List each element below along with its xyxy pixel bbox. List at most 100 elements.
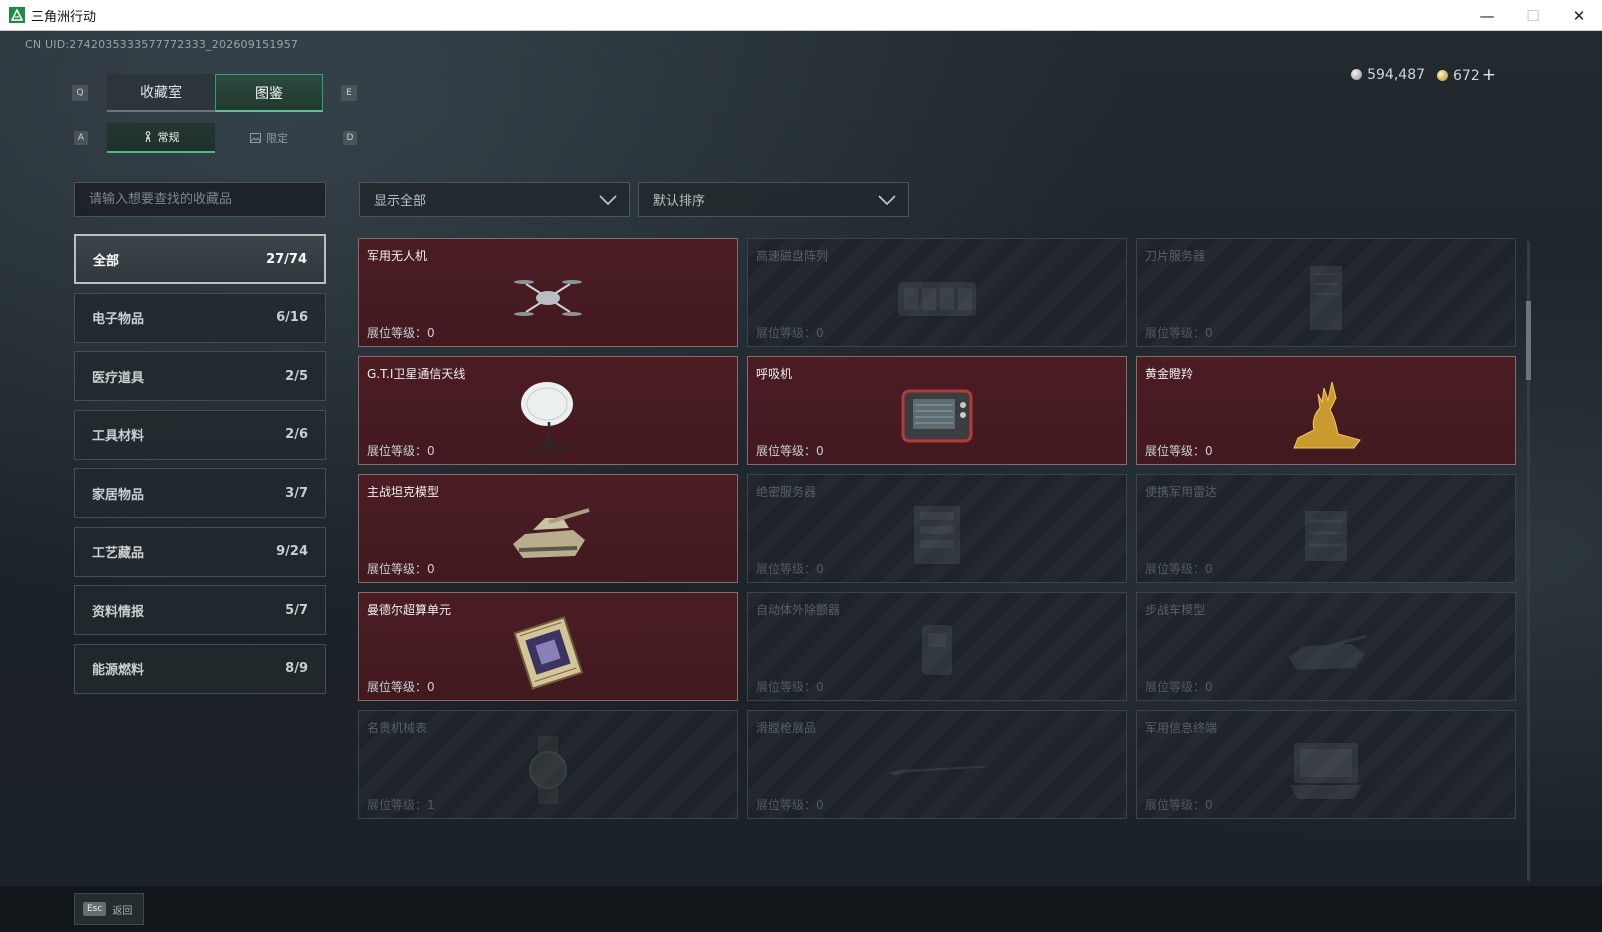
card-level-label: 展位等级： <box>1145 326 1206 340</box>
card-level: 展位等级：0 <box>367 324 435 341</box>
figure-icon <box>145 131 150 143</box>
collection-card[interactable]: G.T.I卫星通信天线 展位等级：0 <box>358 356 738 465</box>
card-level-value: 0 <box>1205 798 1213 812</box>
card-level-label: 展位等级： <box>367 326 428 340</box>
card-level: 展位等级：0 <box>1145 442 1213 459</box>
card-level: 展位等级：0 <box>367 678 435 695</box>
category-label: 电子物品 <box>92 312 145 327</box>
category-label: 工艺藏品 <box>92 546 145 561</box>
card-level-label: 展位等级： <box>756 326 817 340</box>
server-icon <box>887 493 987 575</box>
card-level-value: 0 <box>1205 444 1213 458</box>
grid-scrollbar-thumb[interactable] <box>1526 301 1531 380</box>
card-level: 展位等级：0 <box>1145 324 1213 341</box>
category-label: 家居物品 <box>92 487 145 503</box>
card-level-value: 0 <box>427 680 435 694</box>
back-button[interactable]: Esc 返回 <box>74 893 144 925</box>
watch-icon <box>498 729 598 811</box>
collection-card[interactable]: 呼吸机展位等级：0 <box>747 356 1127 465</box>
minimize-button[interactable]: — <box>1464 0 1510 31</box>
supercompute-unit-icon <box>498 611 598 693</box>
collection-card[interactable]: 刀片服务器 展位等级：0 <box>1136 238 1516 347</box>
collection-card[interactable]: 军用信息终端 展位等级：0 <box>1136 710 1516 819</box>
category-electronics[interactable]: 电子物品 6/16 <box>74 292 326 343</box>
tab-collection-room[interactable]: 收藏室 <box>107 74 215 112</box>
category-count: 3/7 <box>285 485 308 501</box>
card-item-name: 呼吸机 <box>756 367 793 381</box>
maximize-button[interactable]: ☐ <box>1510 0 1556 31</box>
category-energy[interactable]: 能源燃料 8/9 <box>74 643 326 694</box>
card-level: 展位等级：0 <box>756 796 824 813</box>
category-label: 医疗道具 <box>92 370 145 386</box>
category-household[interactable]: 家居物品 3/7 <box>74 468 326 518</box>
collection-card[interactable]: 黄金瞪羚 展位等级：0 <box>1136 356 1516 465</box>
collection-card[interactable]: 绝密服务器 展位等级：0 <box>747 474 1127 583</box>
collection-card[interactable]: 军用无人机展位等级：0 <box>358 238 738 347</box>
close-button[interactable]: ✕ <box>1556 0 1602 31</box>
category-count: 27/74 <box>266 251 307 267</box>
drone-icon <box>498 257 598 339</box>
collection-card[interactable]: 曼德尔超算单元 展位等级：0 <box>358 592 738 701</box>
category-label: 全部 <box>93 253 120 269</box>
card-level: 展位等级：0 <box>756 442 824 459</box>
add-currency-button[interactable]: + <box>1482 65 1496 85</box>
key-hint-d: D <box>343 131 357 145</box>
chevron-down-icon <box>599 194 617 205</box>
category-count: 9/24 <box>276 544 308 559</box>
card-level-label: 展位等级： <box>367 798 428 812</box>
tab-regular-label: 常规 <box>157 131 180 144</box>
category-crafts[interactable]: 工艺藏品 9/24 <box>74 526 326 577</box>
collection-card[interactable]: 步战车模型展位等级：0 <box>1136 592 1516 701</box>
card-item-name: 军用无人机 <box>367 249 428 263</box>
card-item-name: 便携军用雷达 <box>1145 485 1218 499</box>
card-item-name: 滑膛枪展品 <box>756 721 817 735</box>
card-item-name: 主战坦克模型 <box>367 485 440 499</box>
card-level-value: 0 <box>816 680 824 694</box>
key-hint-a: A <box>74 131 88 145</box>
filter-dropdown[interactable]: 显示全部 <box>359 182 630 217</box>
category-intel[interactable]: 资料情报 5/7 <box>74 585 326 635</box>
collection-card[interactable]: 主战坦克模型 展位等级：0 <box>358 474 738 583</box>
window-title: 三角洲行动 <box>31 9 97 25</box>
card-level: 展位等级：1 <box>367 796 435 813</box>
card-level-label: 展位等级： <box>1145 798 1206 812</box>
card-item-name: 军用信息终端 <box>1145 721 1218 735</box>
collection-card[interactable]: 高速磁盘阵列 展位等级：0 <box>747 238 1127 347</box>
category-medical[interactable]: 医疗道具 2/5 <box>74 351 326 401</box>
card-level: 展位等级：0 <box>756 560 824 577</box>
card-level-label: 展位等级： <box>367 680 428 694</box>
card-level: 展位等级：0 <box>1145 560 1213 577</box>
window-titlebar: 三角洲行动 — ☐ ✕ <box>0 0 1602 31</box>
collection-card[interactable]: 滑膛枪展品展位等级：0 <box>747 710 1127 819</box>
card-level-label: 展位等级： <box>367 562 428 576</box>
category-count: 8/9 <box>285 661 308 676</box>
card-level-value: 0 <box>1205 562 1213 576</box>
tab-codex[interactable]: 图鉴 <box>215 74 323 112</box>
card-level-value: 0 <box>816 444 824 458</box>
card-level: 展位等级：0 <box>1145 678 1213 695</box>
category-tools[interactable]: 工具材料 2/6 <box>74 409 326 460</box>
sort-dropdown[interactable]: 默认排序 <box>638 182 909 217</box>
card-item-name: 曼德尔超算单元 <box>367 603 452 617</box>
key-hint-q: Q <box>72 85 88 101</box>
filter-dropdown-value: 显示全部 <box>374 194 427 209</box>
collection-card[interactable]: 自动体外除颤器 展位等级：0 <box>747 592 1127 701</box>
collection-card[interactable]: 名贵机械表 展位等级：1 <box>358 710 738 819</box>
category-count: 2/6 <box>285 427 308 442</box>
back-label: 返回 <box>112 905 133 917</box>
card-level-label: 展位等级： <box>756 444 817 458</box>
gold-currency: 672 + <box>1437 65 1496 85</box>
tab-limited[interactable]: 限定 <box>215 123 323 153</box>
card-level-label: 展位等级： <box>1145 444 1206 458</box>
category-all[interactable]: 全部 27/74 <box>74 234 326 284</box>
key-hint-e: E <box>341 85 357 101</box>
bottom-bar <box>0 886 1602 932</box>
image-icon <box>250 133 261 143</box>
gold-coin-icon <box>1437 70 1449 81</box>
silver-currency: 594,487 <box>1351 67 1425 83</box>
card-item-name: 步战车模型 <box>1145 603 1206 617</box>
tab-regular[interactable]: 常规 <box>107 123 215 153</box>
card-level-label: 展位等级： <box>756 680 817 694</box>
collection-card[interactable]: 便携军用雷达 展位等级：0 <box>1136 474 1516 583</box>
search-input[interactable] <box>74 182 326 217</box>
